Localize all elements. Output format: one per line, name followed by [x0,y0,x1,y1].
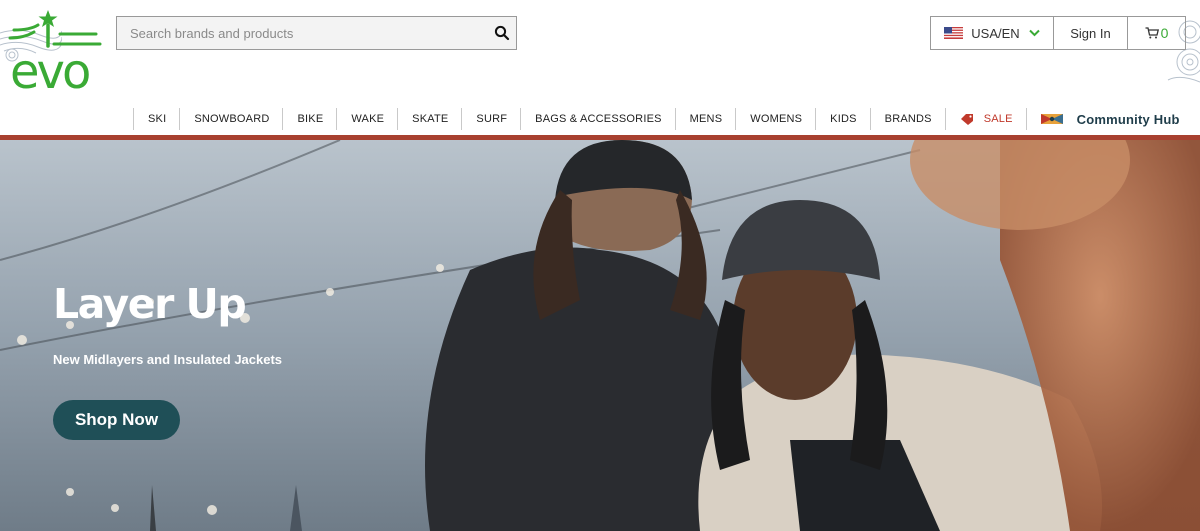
shop-now-button[interactable]: Shop Now [53,400,180,440]
hero-subtitle: New Midlayers and Insulated Jackets [53,352,283,367]
sale-label: SALE [983,113,1013,125]
cart-count: 0 [1160,25,1169,41]
evo-logo[interactable]: evo [8,8,104,96]
nav-item-kids[interactable]: KIDS [815,108,869,130]
search-input[interactable] [117,17,487,49]
nav-item-surf[interactable]: SURF [461,108,520,130]
main-nav: SKI SNOWBOARD BIKE WAKE SKATE SURF BAGS … [133,108,1180,130]
site-header: evo USA/EN Sign In 0 SKI SNO [0,0,1200,140]
nav-item-brands[interactable]: BRANDS [869,108,945,130]
search-bar [116,16,517,50]
nav-item-skate[interactable]: SKATE [397,108,461,130]
chevron-down-icon [1028,29,1040,37]
nav-item-bags-accessories[interactable]: BAGS & ACCESSORIES [520,108,674,130]
locale-selector[interactable]: USA/EN [931,17,1054,49]
nav-item-sale[interactable]: SALE [944,108,1026,130]
us-flag-icon [944,27,964,39]
cart-button[interactable]: 0 [1128,17,1185,49]
nav-item-wake[interactable]: WAKE [336,108,397,130]
community-hub-icon [1040,114,1063,124]
nav-item-snowboard[interactable]: SNOWBOARD [179,108,282,130]
logo-wordmark: evo [10,44,91,100]
locale-label: USA/EN [971,25,1020,41]
nav-item-mens[interactable]: MENS [674,108,736,130]
sale-tag-icon [960,114,973,125]
utility-nav: USA/EN Sign In 0 [930,16,1186,50]
cart-icon [1145,27,1159,39]
hero-photo [0,140,1200,531]
hero-banner[interactable]: Layer Up New Midlayers and Insulated Jac… [0,140,1200,531]
community-hub-label: Community Hub [1076,111,1180,127]
nav-item-community-hub[interactable]: Community Hub [1025,108,1180,130]
sign-in-label: Sign In [1070,25,1111,41]
nav-item-womens[interactable]: WOMENS [735,108,815,130]
hero-title: Layer Up [53,280,247,328]
search-icon[interactable] [494,25,510,41]
sign-in-link[interactable]: Sign In [1054,17,1128,49]
nav-item-ski[interactable]: SKI [133,108,179,130]
nav-item-bike[interactable]: BIKE [282,108,336,130]
